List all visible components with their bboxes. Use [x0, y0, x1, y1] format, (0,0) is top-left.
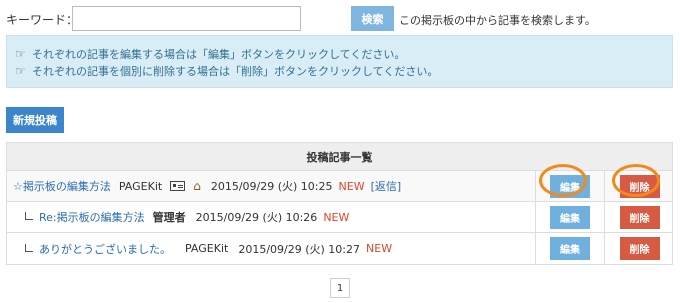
- info-text-delete: それぞれの記事を個別に削除する場合は「削除」ボタンをクリックしてください。: [32, 64, 439, 78]
- edit-cell: 編集: [535, 233, 604, 264]
- table-row: ☆掲示板の編集方法 PAGEKit ⌂ 2015/09/29 (火) 10:25…: [7, 171, 672, 202]
- table-header: 投稿記事一覧: [7, 143, 672, 171]
- pointing-hand-icon: ☞: [15, 46, 26, 61]
- profile-card-icon[interactable]: [170, 181, 186, 191]
- delete-cell: 削除: [604, 171, 674, 201]
- new-badge: NEW: [338, 179, 365, 193]
- delete-button[interactable]: 削除: [619, 237, 660, 260]
- home-icon[interactable]: ⌂: [193, 180, 201, 192]
- delete-button[interactable]: 削除: [619, 174, 660, 198]
- keyword-input[interactable]: [72, 6, 301, 31]
- page-number-button[interactable]: 1: [330, 278, 350, 298]
- post-title-link[interactable]: ☆掲示板の編集方法: [13, 178, 111, 194]
- reply-link[interactable]: [返信]: [371, 178, 402, 194]
- info-line-edit: ☞ それぞれの記事を編集する場合は「編集」ボタンをクリックしてください。: [15, 45, 664, 62]
- search-bar: キーワード： 検索 この掲示板の中から記事を検索します。: [6, 6, 666, 32]
- search-button[interactable]: 検索: [351, 6, 394, 31]
- new-badge: NEW: [366, 242, 393, 255]
- edit-cell: 編集: [535, 202, 604, 232]
- edit-button[interactable]: 編集: [550, 174, 590, 198]
- delete-cell: 削除: [604, 202, 674, 232]
- search-description: この掲示板の中から記事を検索します。: [399, 14, 596, 27]
- new-badge: NEW: [323, 210, 350, 224]
- post-author: 管理者: [152, 211, 186, 224]
- post-date: 2015/09/29 (火) 10:26: [195, 211, 318, 224]
- reply-arrow-icon: [25, 243, 33, 252]
- delete-cell: 削除: [604, 233, 674, 264]
- delete-button[interactable]: 削除: [619, 205, 660, 229]
- post-info: Re:掲示板の編集方法 管理者 2015/09/29 (火) 10:26 NEW: [7, 202, 535, 232]
- edit-button[interactable]: 編集: [550, 205, 590, 229]
- reply-arrow-icon: [25, 212, 33, 220]
- table-row: Re:掲示板の編集方法 管理者 2015/09/29 (火) 10:26 NEW…: [7, 202, 672, 233]
- post-author: PAGEKit: [118, 179, 163, 193]
- keyword-label: キーワード：: [6, 13, 79, 27]
- edit-cell: 編集: [535, 171, 604, 201]
- post-list-table: 投稿記事一覧 ☆掲示板の編集方法 PAGEKit ⌂ 2015/09/29 (火…: [6, 142, 673, 265]
- edit-button[interactable]: 編集: [550, 237, 590, 260]
- post-date: 2015/09/29 (火) 10:27: [238, 242, 361, 256]
- post-title-link[interactable]: ありがとうございました。: [39, 241, 171, 257]
- post-author: PAGEKit: [185, 242, 229, 255]
- info-text-edit: それぞれの記事を編集する場合は「編集」ボタンをクリックしてください。: [32, 47, 406, 61]
- post-date: 2015/09/29 (火) 10:25: [210, 180, 333, 193]
- post-info: ☆掲示板の編集方法 PAGEKit ⌂ 2015/09/29 (火) 10:25…: [7, 171, 535, 201]
- post-info: ありがとうございました。 PAGEKit 2015/09/29 (火) 10:2…: [7, 233, 535, 264]
- info-line-delete: ☞ それぞれの記事を個別に削除する場合は「削除」ボタンをクリックしてください。: [15, 62, 664, 79]
- new-post-button[interactable]: 新規投稿: [6, 107, 64, 133]
- info-box: ☞ それぞれの記事を編集する場合は「編集」ボタンをクリックしてください。 ☞ そ…: [6, 35, 673, 88]
- post-title-link[interactable]: Re:掲示板の編集方法: [39, 209, 145, 225]
- table-row: ありがとうございました。 PAGEKit 2015/09/29 (火) 10:2…: [7, 233, 672, 264]
- pointing-hand-icon: ☞: [15, 63, 26, 78]
